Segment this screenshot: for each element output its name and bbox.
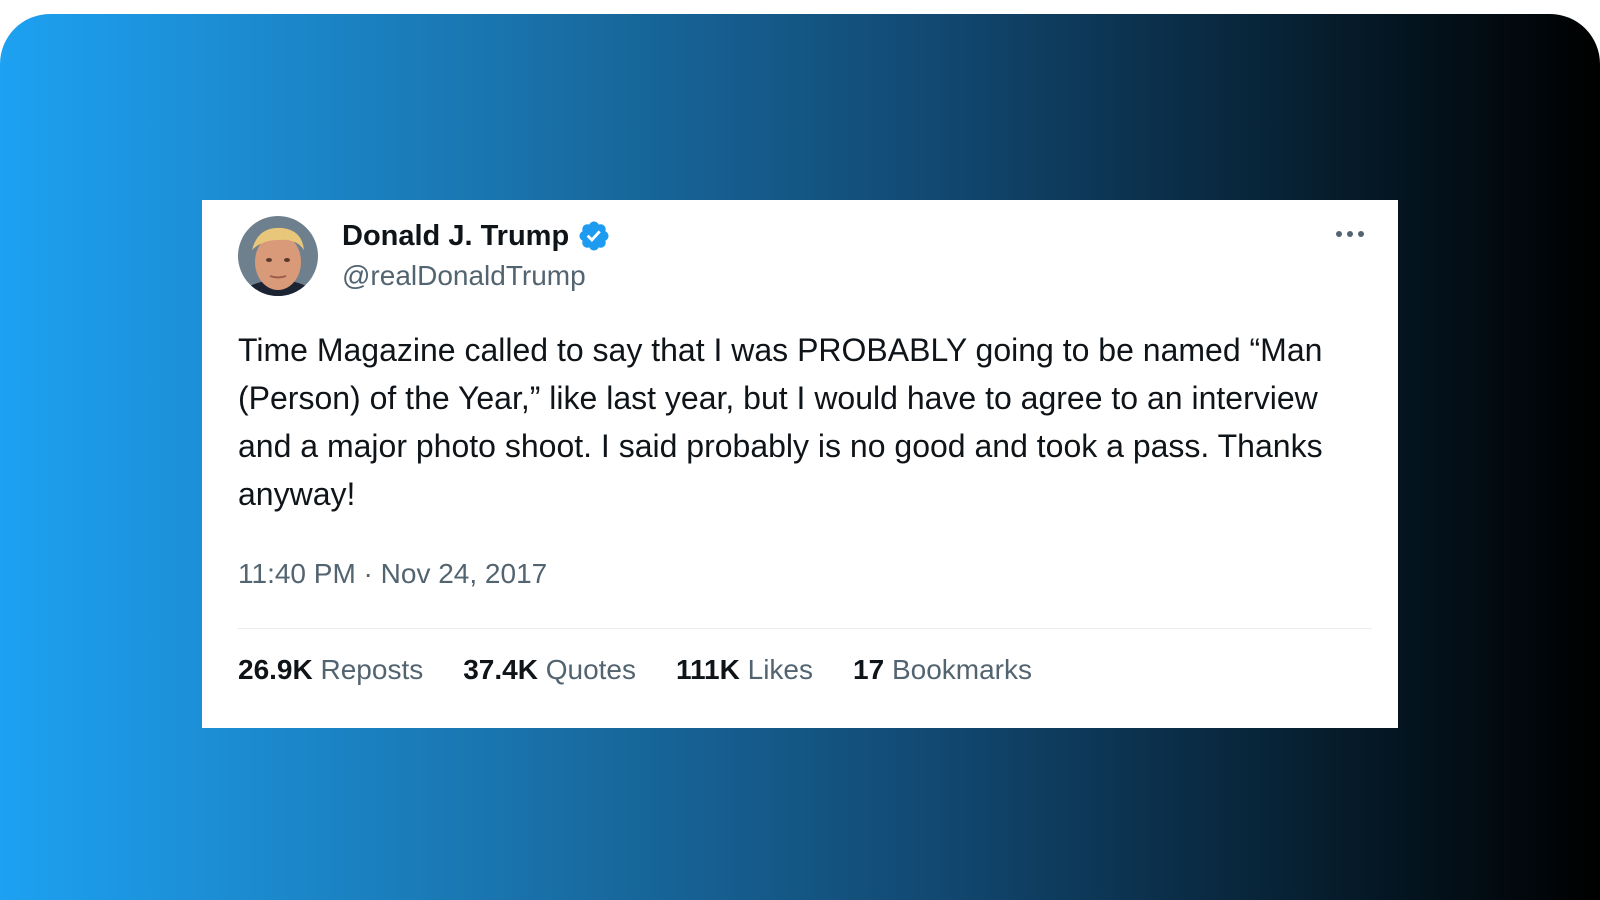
quotes-label: Quotes: [545, 654, 636, 685]
divider: [238, 628, 1372, 629]
tweet-timestamp[interactable]: 11:40 PM · Nov 24, 2017: [238, 556, 547, 592]
likes-label: Likes: [747, 654, 814, 685]
bookmarks-stat[interactable]: 17 Bookmarks: [853, 652, 1032, 688]
quotes-stat[interactable]: 37.4K Quotes: [463, 652, 636, 688]
engagement-stats: 26.9K Reposts 37.4K Quotes 111K Likes 17…: [238, 652, 1032, 688]
more-options-icon[interactable]: [1328, 220, 1372, 248]
reposts-count: 26.9K: [238, 654, 313, 685]
likes-count: 111K: [676, 654, 740, 685]
author-handle[interactable]: @realDonaldTrump: [342, 258, 586, 294]
gradient-background: Donald J. Trump @realDonaldTrump Time Ma…: [0, 14, 1600, 900]
bookmarks-count: 17: [853, 654, 885, 685]
tweet-text: Time Magazine called to say that I was P…: [238, 332, 1323, 512]
author-name-text: Donald J. Trump: [342, 220, 570, 252]
reposts-label: Reposts: [320, 654, 424, 685]
tweet-card: Donald J. Trump @realDonaldTrump Time Ma…: [202, 200, 1398, 728]
dot: [1358, 231, 1364, 237]
likes-stat[interactable]: 111K Likes: [676, 652, 813, 688]
reposts-stat[interactable]: 26.9K Reposts: [238, 652, 423, 688]
bookmarks-label: Bookmarks: [891, 654, 1032, 685]
dot: [1347, 231, 1353, 237]
avatar[interactable]: [238, 216, 318, 296]
verified-badge-icon: [577, 219, 611, 253]
author-name[interactable]: Donald J. Trump: [342, 218, 611, 254]
dot: [1336, 231, 1342, 237]
quotes-count: 37.4K: [463, 654, 538, 685]
